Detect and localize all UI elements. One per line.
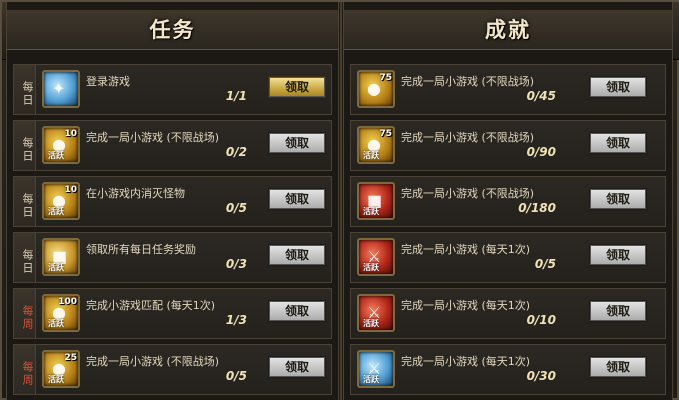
icon-count: 75 bbox=[379, 73, 392, 83]
tasks-title: 任务 bbox=[7, 10, 338, 50]
gold-coin-icon: ● 25 活跃 bbox=[42, 350, 80, 388]
claim-button[interactable]: 领取 bbox=[268, 300, 326, 322]
claim-button[interactable]: 领取 bbox=[589, 356, 647, 378]
task-row: 每日 ✦ 登录游戏 1/1 领取 bbox=[13, 64, 332, 115]
progress-count: 0/5 bbox=[225, 201, 247, 215]
progress-count: 0/5 bbox=[225, 369, 247, 383]
claim-button[interactable]: 领取 bbox=[589, 188, 647, 210]
quest-window: X 任务 每日✦登录游戏1/1领取每日●10活跃完成一局小游戏 (不限战场)0/… bbox=[0, 0, 679, 400]
task-description: 完成一局小游戏 (每天1次) bbox=[401, 299, 531, 312]
claim-button[interactable]: 领取 bbox=[589, 132, 647, 154]
achievement-row: ● 75 完成一局小游戏 (不限战场) 0/45 领取 bbox=[350, 64, 666, 115]
task-description: 完成一局小游戏 (不限战场) bbox=[86, 355, 220, 368]
icon-glyph: ✦ bbox=[52, 79, 66, 98]
icon-label: 活跃 bbox=[48, 375, 64, 384]
frequency-tag: 每周 bbox=[14, 289, 36, 338]
progress-count: 1/3 bbox=[225, 313, 247, 327]
achievement-row: ● 75 活跃 完成一局小游戏 (不限战场) 0/90 领取 bbox=[350, 120, 666, 171]
icon-label: 活跃 bbox=[363, 375, 379, 384]
icon-label: 活跃 bbox=[363, 207, 379, 216]
claim-button[interactable]: 领取 bbox=[268, 188, 326, 210]
claim-button[interactable]: 领取 bbox=[268, 244, 326, 266]
progress-count: 1/1 bbox=[225, 89, 247, 103]
frequency-tag: 每日 bbox=[14, 121, 36, 170]
icon-label: 活跃 bbox=[48, 319, 64, 328]
frequency-tag: 每周 bbox=[14, 345, 36, 394]
progress-count: 0/5 bbox=[534, 257, 556, 271]
claim-button[interactable]: 领取 bbox=[268, 76, 326, 98]
icon-label: 活跃 bbox=[363, 263, 379, 272]
icon-count: 75 bbox=[379, 129, 392, 139]
icon-label: 活跃 bbox=[363, 151, 379, 160]
task-row: 每日 ● 10 活跃 完成一局小游戏 (不限战场) 0/2 领取 bbox=[13, 120, 332, 171]
task-description: 领取所有每日任务奖励 bbox=[86, 243, 196, 256]
task-description: 完成一局小游戏 (不限战场) bbox=[401, 187, 535, 200]
gold-coin-icon: ● 75 活跃 bbox=[357, 126, 395, 164]
gold-chest-icon: ■ 活跃 bbox=[42, 238, 80, 276]
task-description: 完成一局小游戏 (不限战场) bbox=[401, 75, 535, 88]
task-description: 在小游戏内消灭怪物 bbox=[86, 187, 185, 200]
red-sword-icon: ⚔ 活跃 bbox=[357, 294, 395, 332]
frequency-tag: 每日 bbox=[14, 233, 36, 282]
achievements-panel: 成就 ● 75 完成一局小游戏 (不限战场) 0/45 领取 ● 75 活跃 完成一局小游戏 (… bbox=[343, 2, 673, 400]
task-row: 每周 ● 25 活跃 完成一局小游戏 (不限战场) 0/5 领取 bbox=[13, 344, 332, 395]
achievement-row: ⚔ 活跃 完成一局小游戏 (每天1次) 0/10 领取 bbox=[350, 288, 666, 339]
gold-coin-icon: ● 10 活跃 bbox=[42, 182, 80, 220]
task-description: 完成小游戏匹配 (每天1次) bbox=[86, 299, 216, 312]
achievement-row: ⚔ 活跃 完成一局小游戏 (每天1次) 0/5 领取 bbox=[350, 232, 666, 283]
progress-count: 0/90 bbox=[526, 145, 556, 159]
achievement-list: ● 75 完成一局小游戏 (不限战场) 0/45 领取 ● 75 活跃 完成一局小游戏 (不限战… bbox=[350, 64, 666, 400]
progress-count: 0/2 bbox=[225, 145, 247, 159]
blue-sword-icon: ⚔ 活跃 bbox=[357, 350, 395, 388]
icon-count: 10 bbox=[64, 185, 77, 195]
task-row: 每周 ● 100 活跃 完成小游戏匹配 (每天1次) 1/3 领取 bbox=[13, 288, 332, 339]
gold-coin-icon: ● 75 bbox=[357, 70, 395, 108]
task-row: 每日 ● 10 活跃 在小游戏内消灭怪物 0/5 领取 bbox=[13, 176, 332, 227]
gold-coin-icon: ● 10 活跃 bbox=[42, 126, 80, 164]
progress-count: 0/30 bbox=[526, 369, 556, 383]
claim-button[interactable]: 领取 bbox=[268, 132, 326, 154]
achievement-row: ⚔ 活跃 完成一局小游戏 (每天1次) 0/30 领取 bbox=[350, 344, 666, 395]
progress-count: 0/180 bbox=[518, 201, 556, 215]
task-description: 完成一局小游戏 (每天1次) bbox=[401, 355, 531, 368]
icon-count: 10 bbox=[64, 129, 77, 139]
achievement-row: ■ 活跃 完成一局小游戏 (不限战场) 0/180 领取 bbox=[350, 176, 666, 227]
frequency-tag: 每日 bbox=[14, 177, 36, 226]
gem-icon: ✦ bbox=[42, 70, 80, 108]
task-description: 登录游戏 bbox=[86, 75, 130, 88]
task-list: 每日 ✦ 登录游戏 1/1 领取 每日 ● 10 活跃 完成一局小游戏 (不限战场) 0/2 领取 每日… bbox=[13, 64, 332, 400]
red-sword-icon: ⚔ 活跃 bbox=[357, 238, 395, 276]
task-description: 完成一局小游戏 (每天1次) bbox=[401, 243, 531, 256]
progress-count: 0/10 bbox=[526, 313, 556, 327]
icon-label: 活跃 bbox=[363, 319, 379, 328]
progress-count: 0/45 bbox=[526, 89, 556, 103]
tasks-panel: 任务 每日 ✦ 登录游戏 1/1 领取 每日 ● 10 活跃 完成一局小游戏 (不限战场) 0/2 领… bbox=[6, 2, 339, 400]
claim-button[interactable]: 领取 bbox=[268, 356, 326, 378]
icon-count: 100 bbox=[58, 297, 77, 307]
achievements-title: 成就 bbox=[344, 10, 672, 50]
icon-label: 活跃 bbox=[48, 207, 64, 216]
claim-button[interactable]: 领取 bbox=[589, 76, 647, 98]
icon-label: 活跃 bbox=[48, 263, 64, 272]
claim-button[interactable]: 领取 bbox=[589, 300, 647, 322]
progress-count: 0/3 bbox=[225, 257, 247, 271]
claim-button[interactable]: 领取 bbox=[589, 244, 647, 266]
icon-label: 活跃 bbox=[48, 151, 64, 160]
task-row: 每日 ■ 活跃 领取所有每日任务奖励 0/3 领取 bbox=[13, 232, 332, 283]
gold-coin-icon: ● 100 活跃 bbox=[42, 294, 80, 332]
icon-count: 25 bbox=[64, 353, 77, 363]
red-chest-icon: ■ 活跃 bbox=[357, 182, 395, 220]
task-description: 完成一局小游戏 (不限战场) bbox=[401, 131, 535, 144]
frequency-tag: 每日 bbox=[14, 65, 36, 114]
task-description: 完成一局小游戏 (不限战场) bbox=[86, 131, 220, 144]
